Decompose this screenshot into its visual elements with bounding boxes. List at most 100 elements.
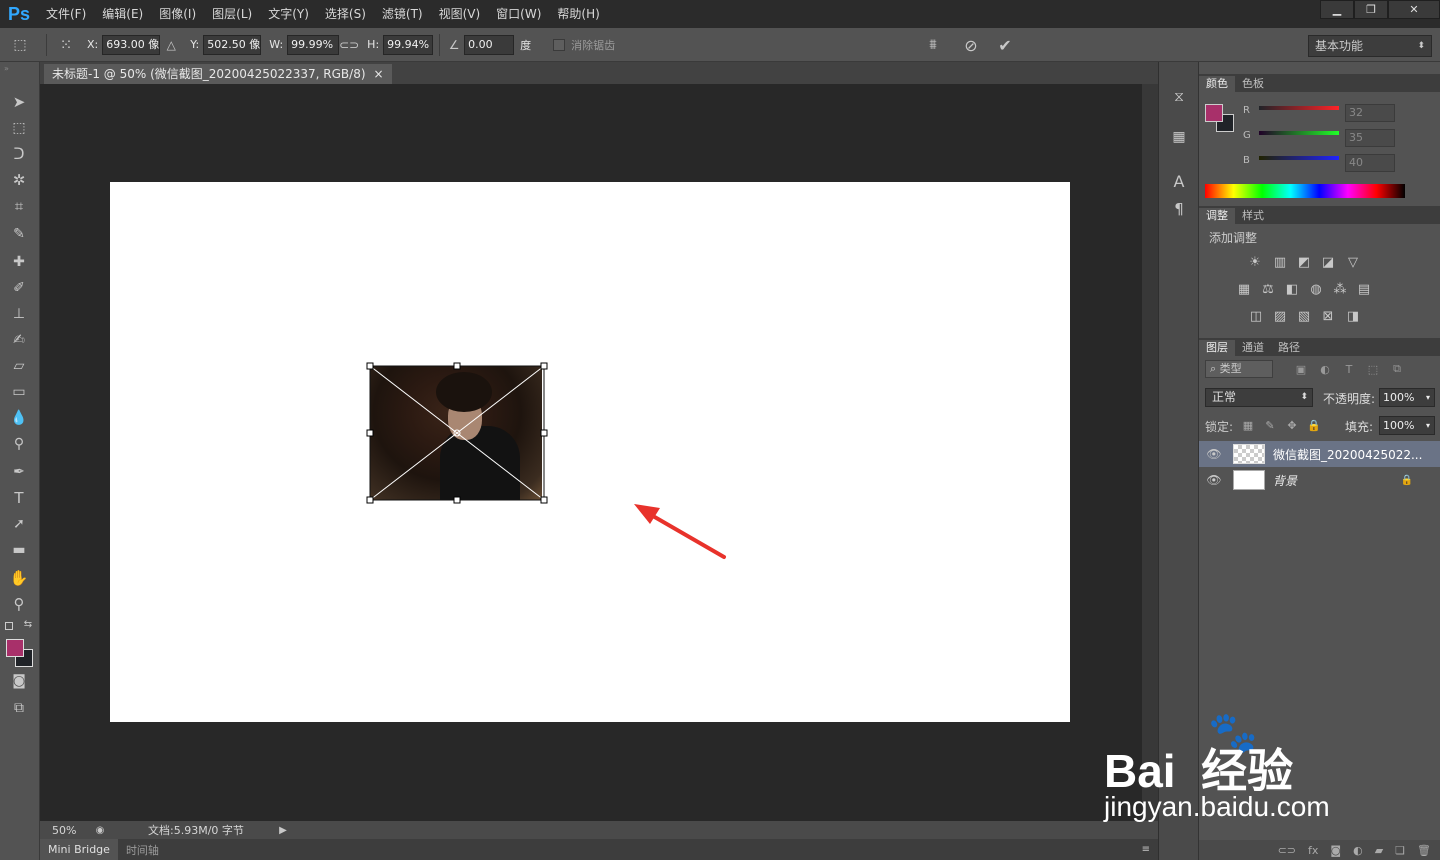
layer-filter-select[interactable]: ⌕ 类型: [1205, 360, 1273, 378]
character-panel-icon[interactable]: A: [1167, 170, 1191, 192]
filter-pixel-icon[interactable]: ▣: [1293, 361, 1309, 377]
marquee-tool-icon[interactable]: ⬚: [5, 116, 33, 140]
lock-position-icon[interactable]: ✥: [1285, 418, 1299, 432]
tab-mini-bridge[interactable]: Mini Bridge: [40, 839, 118, 860]
tab-paths[interactable]: 路径: [1271, 340, 1307, 356]
pen-tool-icon[interactable]: ✒: [5, 460, 33, 484]
fill-input[interactable]: 100% ▾: [1379, 416, 1435, 435]
antialias-checkbox[interactable]: [553, 38, 566, 51]
menu-file[interactable]: 文件(F): [38, 0, 94, 28]
layer-row-selected[interactable]: 👁 微信截图_20200425022...: [1199, 441, 1440, 467]
r-value[interactable]: 32: [1345, 104, 1395, 122]
gradient-tool-icon[interactable]: ▭: [5, 380, 33, 404]
threshold-icon[interactable]: ▧: [1295, 307, 1313, 325]
warp-mode-icon[interactable]: ⩩: [922, 34, 944, 56]
swap-colors-icon[interactable]: ⇆: [22, 618, 34, 630]
document-tab[interactable]: 未标题-1 @ 50% (微信截图_20200425022337, RGB/8)…: [44, 64, 392, 84]
height-input[interactable]: 99.94%: [383, 34, 434, 55]
lasso-tool-icon[interactable]: ᑐ: [5, 142, 33, 166]
tab-timeline[interactable]: 时间轴: [118, 842, 167, 858]
transform-bounding-box[interactable]: [366, 362, 548, 504]
screen-mode-icon[interactable]: ⧉: [5, 696, 33, 720]
color-balance-icon[interactable]: ⚖: [1259, 280, 1277, 298]
color-lookup-icon[interactable]: ▤: [1355, 280, 1373, 298]
filter-type-icon[interactable]: T: [1341, 361, 1357, 377]
filter-adjustment-icon[interactable]: ◐: [1317, 361, 1333, 377]
tab-adjustments[interactable]: 调整: [1199, 208, 1235, 224]
commit-transform-icon[interactable]: ✔: [994, 34, 1016, 56]
brightness-icon[interactable]: ☀: [1246, 253, 1264, 271]
lock-image-icon[interactable]: ✎: [1263, 418, 1277, 432]
layer-style-icon[interactable]: fx: [1308, 844, 1318, 857]
properties-panel-icon[interactable]: ▦: [1167, 126, 1191, 148]
menu-filter[interactable]: 滤镜(T): [374, 0, 431, 28]
tab-layers[interactable]: 图层: [1199, 340, 1235, 356]
menu-window[interactable]: 窗口(W): [488, 0, 549, 28]
eyedropper-tool-icon[interactable]: ✎: [5, 222, 33, 246]
healing-brush-tool-icon[interactable]: ✚: [5, 250, 33, 274]
move-tool-icon[interactable]: ➤: [5, 90, 33, 114]
path-selection-tool-icon[interactable]: ➚: [5, 512, 33, 536]
transform-handle[interactable]: [540, 496, 548, 504]
link-layers-icon[interactable]: ⊂⊃: [1278, 844, 1296, 857]
history-brush-tool-icon[interactable]: ✍: [5, 328, 33, 352]
workspace-select[interactable]: 基本功能 ⬍: [1308, 35, 1432, 57]
menu-edit[interactable]: 编辑(E): [94, 0, 151, 28]
panel-grip[interactable]: »: [4, 64, 34, 73]
default-colors-icon[interactable]: [5, 622, 13, 630]
reference-point-icon[interactable]: ⁙: [53, 34, 79, 56]
g-value[interactable]: 35: [1345, 129, 1395, 147]
transform-handle[interactable]: [453, 362, 461, 370]
y-input[interactable]: 502.50 像素: [203, 34, 262, 55]
tab-swatches[interactable]: 色板: [1235, 76, 1271, 92]
transform-tool-icon[interactable]: ⬚: [0, 31, 40, 59]
lock-transparent-icon[interactable]: ▦: [1241, 418, 1255, 432]
tab-styles[interactable]: 样式: [1235, 208, 1271, 224]
close-tab-icon[interactable]: ×: [374, 64, 384, 84]
transform-handle[interactable]: [366, 429, 374, 437]
filter-smart-object-icon[interactable]: ⧉: [1389, 361, 1405, 377]
link-icon[interactable]: ⊂⊃: [339, 38, 359, 52]
layer-row-background[interactable]: 👁 背景 🔒: [1199, 467, 1440, 493]
menu-layer[interactable]: 图层(L): [204, 0, 260, 28]
delta-icon[interactable]: △: [160, 38, 182, 52]
selective-color-icon[interactable]: ⊠: [1319, 307, 1337, 325]
photo-filter-icon[interactable]: ◍: [1307, 280, 1325, 298]
dodge-tool-icon[interactable]: ⚲: [5, 432, 33, 456]
hand-tool-icon[interactable]: ✋: [5, 566, 33, 590]
color-spectrum-ramp[interactable]: [1205, 184, 1405, 198]
status-menu-arrow-icon[interactable]: ▶: [276, 825, 290, 836]
add-mask-icon[interactable]: ◙: [1330, 844, 1341, 857]
b-slider[interactable]: [1259, 156, 1339, 160]
filter-shape-icon[interactable]: ⬚: [1365, 361, 1381, 377]
delete-layer-icon[interactable]: 🗑: [1417, 844, 1431, 857]
new-group-icon[interactable]: ▰: [1375, 844, 1383, 857]
tab-color[interactable]: 颜色: [1199, 76, 1235, 92]
visibility-eye-icon[interactable]: 👁: [1199, 473, 1229, 487]
transform-handle[interactable]: [540, 362, 548, 370]
quick-mask-icon[interactable]: ◙: [5, 669, 33, 693]
transform-handle[interactable]: [366, 362, 374, 370]
vibrance-icon[interactable]: ▽: [1344, 253, 1362, 271]
crop-tool-icon[interactable]: ⌗: [5, 194, 33, 218]
close-button[interactable]: ✕: [1388, 0, 1440, 19]
zoom-level[interactable]: 50%: [40, 824, 90, 837]
history-panel-icon[interactable]: ⧖: [1167, 86, 1191, 108]
eraser-tool-icon[interactable]: ▱: [5, 354, 33, 378]
invert-icon[interactable]: ◫: [1247, 307, 1265, 325]
brush-tool-icon[interactable]: ✐: [5, 276, 33, 300]
visibility-eye-icon[interactable]: 👁: [1199, 447, 1229, 461]
x-input[interactable]: 693.00 像素: [102, 34, 161, 55]
lock-all-icon[interactable]: 🔒: [1307, 418, 1321, 432]
foreground-color-swatch[interactable]: [6, 639, 24, 657]
angle-input[interactable]: 0.00: [464, 34, 515, 55]
minimize-button[interactable]: ▁: [1320, 0, 1354, 19]
panel-menu-icon[interactable]: ≡: [1142, 844, 1150, 855]
menu-select[interactable]: 选择(S): [317, 0, 374, 28]
g-slider[interactable]: [1259, 131, 1339, 135]
r-slider[interactable]: [1259, 106, 1339, 110]
gradient-map-icon[interactable]: ◨: [1344, 307, 1362, 325]
transform-handle[interactable]: [453, 496, 461, 504]
stamp-tool-icon[interactable]: ⊥: [5, 302, 33, 326]
blend-mode-select[interactable]: 正常 ⬍: [1205, 388, 1313, 407]
